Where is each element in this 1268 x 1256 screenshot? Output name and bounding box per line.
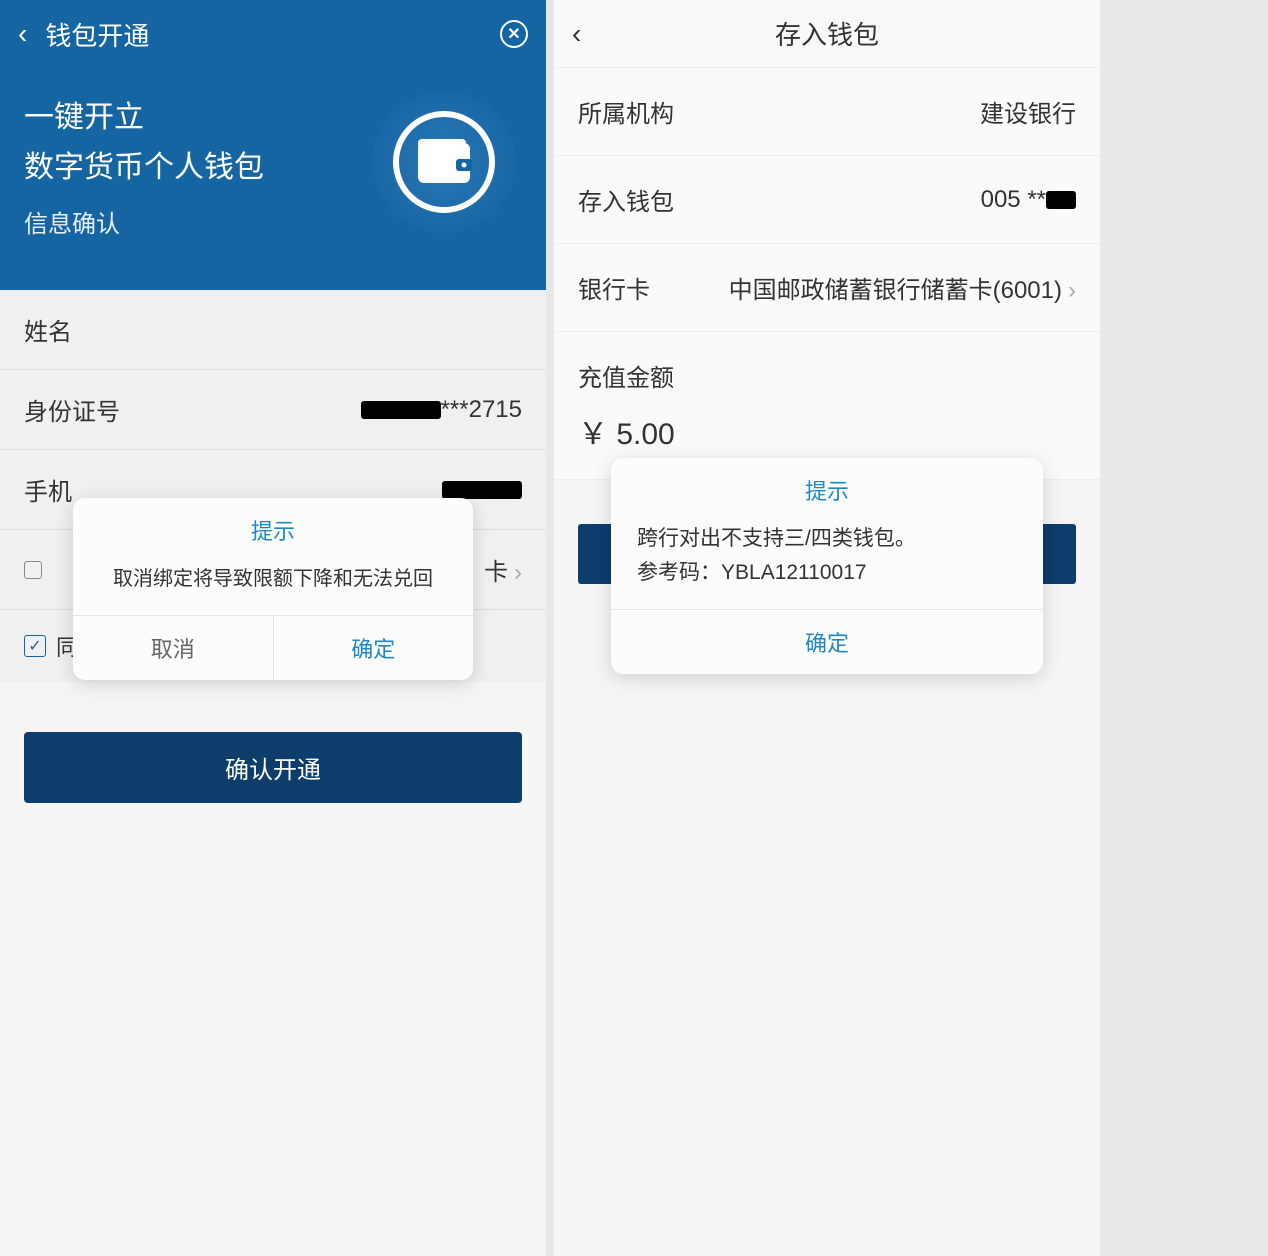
error-modal: 提示 跨行对出不支持三/四类钱包。 参考码：YBLA12110017 确定 — [611, 458, 1043, 674]
header-bar: ‹ 存入钱包 — [554, 0, 1100, 68]
back-icon[interactable]: ‹ — [572, 18, 581, 50]
page-title: 存入钱包 — [775, 15, 879, 52]
hero-section: 一键开立 数字货币个人钱包 信息确认 — [0, 68, 546, 290]
header-bar: ‹ 钱包开通 ✕ — [0, 0, 546, 68]
amount-label: 充值金额 — [554, 332, 1100, 403]
phone-label: 手机 — [24, 472, 72, 507]
cancel-button[interactable]: 取消 — [73, 616, 274, 680]
unbind-warning-modal: 提示 取消绑定将导致限额下降和无法兑回 取消 确定 — [73, 498, 473, 680]
id-field[interactable]: 身份证号 ***2715 — [0, 370, 546, 450]
chevron-right-icon: › — [1068, 277, 1076, 304]
card-row[interactable]: 银行卡 中国邮政储蓄银行储蓄卡(6001)› — [554, 244, 1100, 332]
name-label: 姓名 — [24, 312, 72, 347]
wallet-value: 005 ** — [981, 186, 1076, 214]
wallet-row[interactable]: 存入钱包 005 ** — [554, 156, 1100, 244]
deposit-screen: ‹ 存入钱包 所属机构 建设银行 存入钱包 005 ** 银行卡 中国邮政储蓄银… — [554, 0, 1100, 1256]
wallet-illustration — [372, 90, 516, 234]
card-label — [24, 556, 50, 584]
modal-line2: 参考码：YBLA12110017 — [637, 556, 1017, 590]
wallet-open-screen: ‹ 钱包开通 ✕ 一键开立 数字货币个人钱包 信息确认 姓名 身份证号 ***2… — [0, 0, 546, 1256]
modal-line1: 跨行对出不支持三/四类钱包。 — [637, 522, 1017, 556]
modal-message: 取消绑定将导致限额下降和无法兑回 — [73, 558, 473, 615]
modal-message: 跨行对出不支持三/四类钱包。 参考码：YBLA12110017 — [611, 518, 1043, 609]
confirm-open-button[interactable]: 确认开通 — [24, 732, 522, 803]
card-value: 卡› — [484, 552, 522, 587]
back-icon[interactable]: ‹ — [18, 18, 27, 50]
checkbox-icon[interactable]: ✓ — [24, 635, 46, 657]
org-row: 所属机构 建设银行 — [554, 68, 1100, 156]
modal-title: 提示 — [611, 458, 1043, 518]
close-icon[interactable]: ✕ — [500, 20, 528, 48]
card-label: 银行卡 — [578, 270, 650, 305]
ok-button[interactable]: 确定 — [611, 609, 1043, 674]
wallet-icon — [416, 137, 472, 187]
modal-title: 提示 — [73, 498, 473, 558]
name-field[interactable]: 姓名 — [0, 290, 546, 370]
id-label: 身份证号 — [24, 392, 120, 427]
card-value: 中国邮政储蓄银行储蓄卡(6001)› — [729, 270, 1076, 305]
org-value: 建设银行 — [980, 94, 1076, 129]
page-title: 钱包开通 — [45, 16, 500, 53]
chevron-right-icon: › — [514, 559, 522, 586]
id-value: ***2715 — [361, 396, 522, 424]
org-label: 所属机构 — [578, 94, 674, 129]
ok-button[interactable]: 确定 — [274, 616, 474, 680]
wallet-label: 存入钱包 — [578, 182, 674, 217]
